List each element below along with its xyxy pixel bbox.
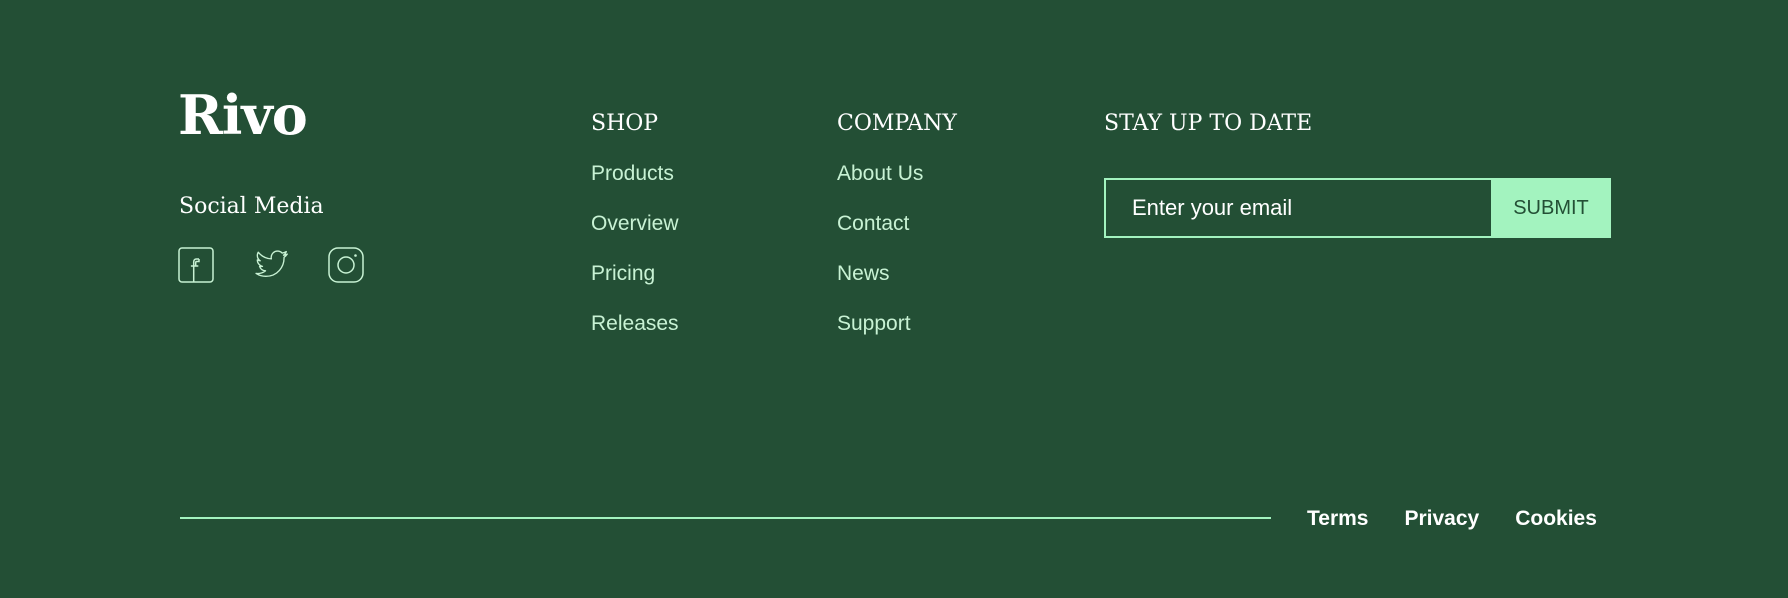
company-heading: COMPANY <box>837 111 957 136</box>
terms-link[interactable]: Terms <box>1307 506 1368 532</box>
shop-link-pricing[interactable]: Pricing <box>591 260 679 288</box>
cookies-link[interactable]: Cookies <box>1515 506 1597 532</box>
company-links: About Us Contact News Support <box>837 160 957 338</box>
instagram-icon[interactable] <box>328 247 364 283</box>
shop-column: SHOP Products Overview Pricing Releases <box>591 110 679 360</box>
shop-link-products[interactable]: Products <box>591 160 679 188</box>
company-link-support[interactable]: Support <box>837 310 957 338</box>
social-media-title: Social Media <box>179 194 324 219</box>
submit-button[interactable]: SUBMIT <box>1491 178 1611 238</box>
company-link-news[interactable]: News <box>837 260 957 288</box>
facebook-icon[interactable] <box>178 247 214 283</box>
legal-links: Terms Privacy Cookies <box>1307 506 1597 532</box>
newsletter-section: STAY UP TO DATE SUBMIT <box>1104 110 1611 238</box>
footer-divider <box>180 517 1271 519</box>
company-column: COMPANY About Us Contact News Support <box>837 110 957 360</box>
shop-link-releases[interactable]: Releases <box>591 310 679 338</box>
shop-link-overview[interactable]: Overview <box>591 210 679 238</box>
newsletter-form: SUBMIT <box>1104 178 1611 238</box>
social-icons <box>178 247 364 283</box>
brand-logo[interactable]: Rivo <box>178 82 308 148</box>
shop-heading: SHOP <box>591 111 659 136</box>
newsletter-heading: STAY UP TO DATE <box>1104 111 1313 136</box>
shop-links: Products Overview Pricing Releases <box>591 160 679 338</box>
twitter-icon[interactable] <box>253 247 289 283</box>
company-link-contact[interactable]: Contact <box>837 210 957 238</box>
email-input[interactable] <box>1104 178 1491 238</box>
company-link-about-us[interactable]: About Us <box>837 160 957 188</box>
privacy-link[interactable]: Privacy <box>1404 506 1479 532</box>
